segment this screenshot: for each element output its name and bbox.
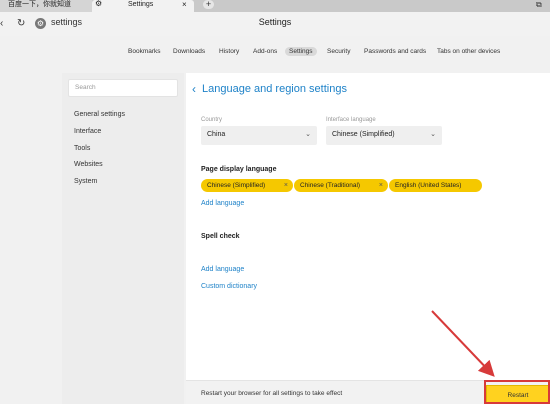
arrow-annotation bbox=[431, 310, 495, 377]
